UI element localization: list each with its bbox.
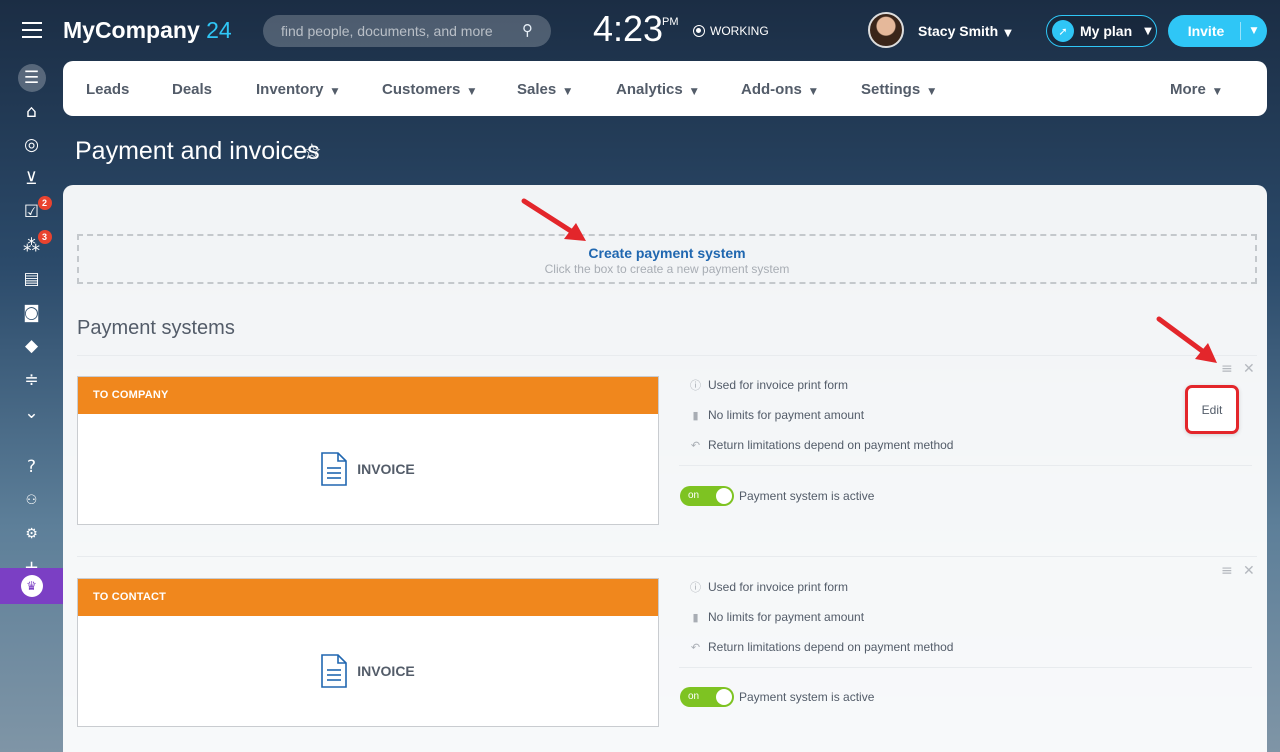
active-label: Payment system is active [739, 690, 875, 704]
rocket-icon: ➚ [1052, 20, 1074, 42]
filter-icon[interactable]: ☰ [17, 64, 46, 92]
card-label: INVOICE [357, 461, 415, 477]
payment-system-info: ⓘ Used for invoice print form ▮ No limits … [690, 580, 954, 654]
close-icon[interactable]: ✕ [1243, 563, 1255, 579]
file-icon: ▮ [692, 408, 699, 422]
chevron-down-icon: ▼ [690, 87, 698, 97]
crown-icon: ♛ [20, 575, 43, 597]
page-title: Payment and invoices [75, 137, 320, 165]
left-sidebar: ☰ ⌂ ◎ ⊻ ☑ 2 ⁂ 3 ▤ ◙ ◆ ≑ ⌄ ? ⚇ ⚙ + [0, 0, 63, 752]
star-icon[interactable]: ☆ [302, 140, 322, 165]
active-toggle-row: on Payment system is active [680, 486, 874, 506]
info-icon: ⓘ [690, 379, 701, 392]
menu-item-customers[interactable]: Customers ▼ [382, 81, 475, 98]
chevron-down-icon: ▼ [331, 87, 339, 97]
chevron-down-icon: ▼ [809, 87, 817, 97]
menu-item-add-ons[interactable]: Add-ons ▼ [741, 81, 817, 98]
active-label: Payment system is active [739, 489, 875, 503]
return-icon: ↶ [690, 640, 701, 654]
upgrade-strip[interactable]: ♛ [0, 568, 63, 604]
caret-down-icon[interactable]: ▼ [1241, 26, 1267, 36]
chevron-down-icon: ▼ [928, 87, 936, 97]
section-title: Payment systems [77, 317, 235, 339]
divider [679, 667, 1252, 668]
network-badge: 3 [37, 229, 52, 244]
divider [679, 465, 1252, 466]
card-header: TO CONTACT [78, 579, 658, 616]
active-toggle-row: on Payment system is active [680, 687, 874, 707]
card-label: INVOICE [357, 663, 415, 679]
payment-system-info: ⓘ Used for invoice print form ▮ No limits … [690, 378, 954, 452]
box-icon[interactable]: ◆ [18, 332, 46, 360]
menu-item-deals[interactable]: Deals [172, 81, 212, 98]
target-icon[interactable]: ◎ [18, 131, 46, 159]
caret-down-icon: ▼ [1004, 28, 1012, 39]
clock-ampm: PM [662, 16, 679, 28]
user-menu[interactable]: Stacy Smith ▼ [918, 23, 1012, 39]
help-icon[interactable]: ? [18, 453, 46, 481]
contact-card-icon[interactable]: ▤ [18, 265, 46, 293]
work-status[interactable]: WORKING [693, 24, 769, 38]
divider [77, 355, 1257, 356]
settings-icon[interactable]: ⚙ [18, 520, 46, 548]
menu-item-leads[interactable]: Leads [86, 81, 129, 98]
invite-button[interactable]: Invite ▼ [1168, 15, 1267, 47]
network-icon[interactable]: ⁂ 3 [18, 229, 52, 260]
active-toggle[interactable]: on [680, 486, 734, 506]
main-panel: Create payment system Click the box to c… [63, 185, 1267, 752]
menu-item-settings[interactable]: Settings ▼ [861, 81, 935, 98]
record-icon [693, 25, 705, 37]
search-input[interactable] [263, 15, 551, 47]
create-payment-system-hint: Click the box to create a new payment sy… [544, 262, 790, 276]
more-down-icon[interactable]: ⌄ [18, 399, 46, 427]
robot-icon[interactable]: ◙ [18, 299, 46, 327]
clock[interactable]: 4:23 [593, 8, 663, 50]
chevron-down-icon: ▼ [1213, 87, 1221, 97]
bank-icon[interactable]: ⌂ [18, 98, 46, 126]
tasks-icon[interactable]: ☑ 2 [18, 196, 52, 226]
sliders-icon[interactable]: ≑ [18, 366, 46, 394]
document-icon [321, 654, 348, 688]
caret-down-icon: ▼ [1144, 25, 1152, 37]
menu-item-sales[interactable]: Sales ▼ [517, 81, 571, 98]
menu-item-more[interactable]: More ▼ [1170, 81, 1221, 98]
active-toggle[interactable]: on [680, 687, 734, 707]
divider [77, 556, 1257, 557]
create-payment-system-box[interactable]: Create payment system Click the box to c… [77, 234, 1257, 284]
menu-icon[interactable] [22, 22, 42, 43]
file-icon: ▮ [692, 610, 699, 624]
payment-system-card[interactable]: TO CONTACT INVOICE [77, 578, 659, 727]
menu-item-inventory[interactable]: Inventory ▼ [256, 81, 338, 98]
search-icon[interactable]: ⚲ [522, 21, 533, 39]
payment-system-card[interactable]: TO COMPANY INVOICE [77, 376, 659, 525]
chevron-down-icon: ▼ [468, 87, 476, 97]
sitemap-icon[interactable]: ⚇ [18, 486, 46, 514]
logo[interactable]: MyCompany 24 [63, 17, 232, 44]
avatar[interactable] [868, 12, 904, 48]
top-menu: Leads Deals Inventory ▼ Customers ▼ Sales ▼… [63, 61, 1267, 116]
chevron-down-icon: ▼ [564, 87, 572, 97]
cart-icon[interactable]: ⊻ [18, 165, 46, 193]
close-icon[interactable]: ✕ [1243, 361, 1255, 377]
my-plan-button[interactable]: ➚ My plan ▼ [1046, 15, 1157, 47]
info-icon: ⓘ [690, 581, 701, 594]
document-icon [321, 452, 348, 486]
annotation-arrow-icon [521, 198, 586, 241]
edit-button[interactable]: Edit [1185, 385, 1239, 434]
card-header: TO COMPANY [78, 377, 658, 414]
annotation-arrow-icon [1156, 316, 1217, 363]
return-icon: ↶ [690, 438, 701, 452]
menu-item-analytics[interactable]: Analytics ▼ [616, 81, 698, 98]
tasks-badge: 2 [37, 196, 52, 210]
create-payment-system-link[interactable]: Create payment system [79, 245, 1255, 261]
drag-handle-icon[interactable]: ≡ [1221, 563, 1233, 579]
